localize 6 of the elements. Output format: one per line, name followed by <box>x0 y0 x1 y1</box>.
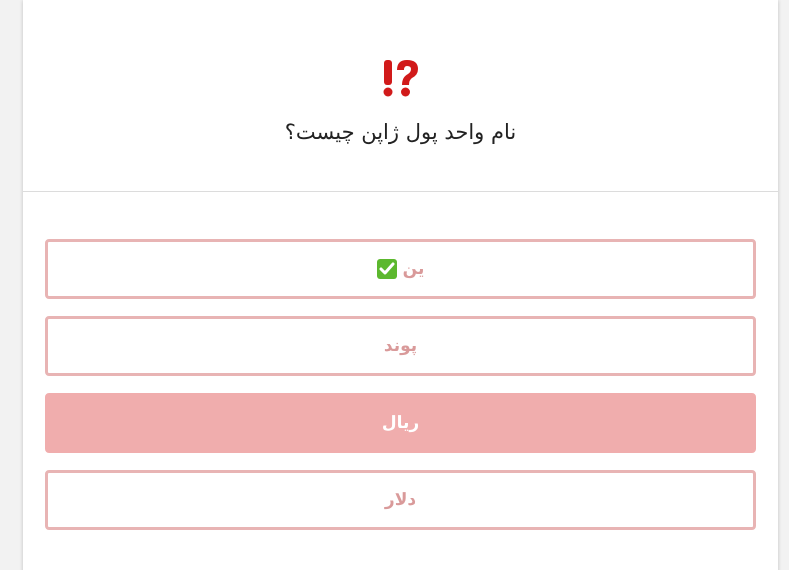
answer-option[interactable]: ین <box>45 239 756 299</box>
question-text: نام واحد پول ژاپن چیست؟ <box>284 120 516 144</box>
answer-option[interactable]: پوند <box>45 316 756 376</box>
answer-option[interactable]: ریال <box>45 393 756 453</box>
exclamation-question-icon <box>380 58 420 98</box>
answer-option[interactable]: دلار <box>45 470 756 530</box>
